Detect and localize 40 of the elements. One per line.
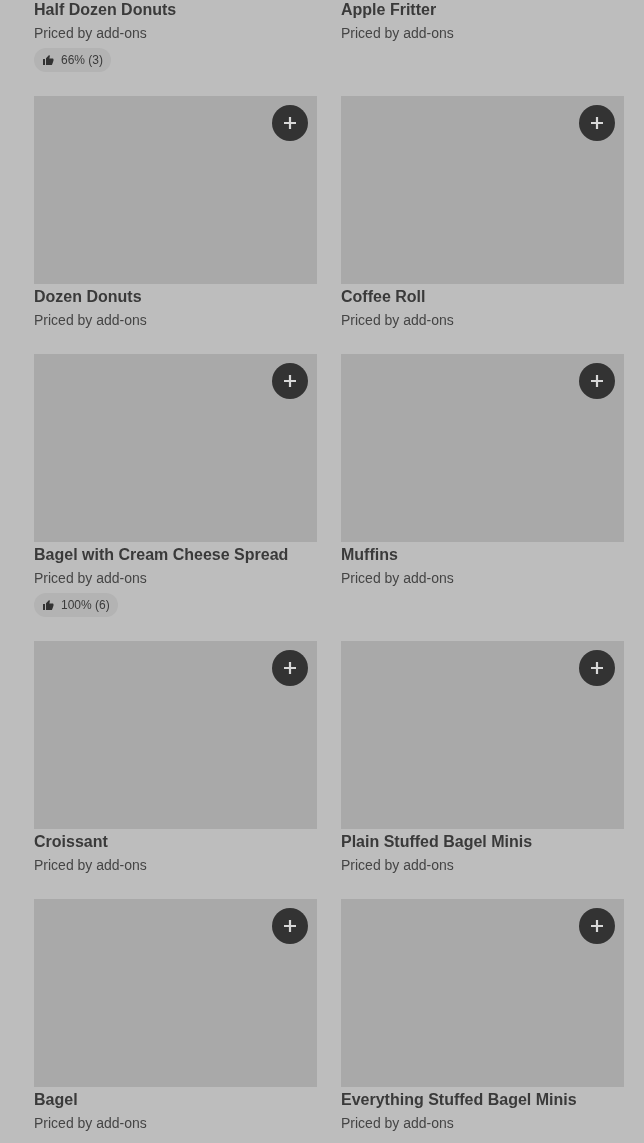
item-name: Bagel with Cream Cheese Spread bbox=[34, 545, 290, 565]
plus-icon bbox=[283, 919, 297, 933]
add-button[interactable] bbox=[272, 363, 308, 399]
plus-icon bbox=[283, 661, 297, 675]
item-price: Priced by add-ons bbox=[34, 569, 148, 588]
item-price: Priced by add-ons bbox=[341, 1114, 455, 1133]
add-button[interactable] bbox=[579, 363, 615, 399]
item-price: Priced by add-ons bbox=[341, 311, 455, 330]
rating-text: 66% (3) bbox=[61, 52, 104, 69]
rating-text: 100% (6) bbox=[61, 597, 110, 614]
item-name: Coffee Roll bbox=[341, 287, 427, 307]
thumbs-up-icon bbox=[42, 54, 54, 66]
plus-icon bbox=[283, 374, 297, 388]
item-price: Priced by add-ons bbox=[34, 856, 148, 875]
item-price: Priced by add-ons bbox=[34, 1114, 148, 1133]
item-name: Apple Fritter bbox=[341, 0, 438, 20]
item-name: Plain Stuffed Bagel Minis bbox=[341, 832, 534, 852]
item-price: Priced by add-ons bbox=[341, 24, 455, 43]
add-button[interactable] bbox=[579, 650, 615, 686]
add-button[interactable] bbox=[272, 105, 308, 141]
plus-icon bbox=[590, 661, 604, 675]
add-button[interactable] bbox=[579, 105, 615, 141]
item-price: Priced by add-ons bbox=[341, 569, 455, 588]
item-name: Half Dozen Donuts bbox=[34, 0, 178, 20]
add-button[interactable] bbox=[579, 908, 615, 944]
item-price: Priced by add-ons bbox=[34, 311, 148, 330]
item-name: Muffins bbox=[341, 545, 399, 565]
add-button[interactable] bbox=[272, 908, 308, 944]
plus-icon bbox=[590, 116, 604, 130]
plus-icon bbox=[283, 116, 297, 130]
plus-icon bbox=[590, 919, 604, 933]
item-price: Priced by add-ons bbox=[341, 856, 455, 875]
item-name: Dozen Donuts bbox=[34, 287, 143, 307]
thumbs-up-icon bbox=[42, 599, 54, 611]
item-name: Everything Stuffed Bagel Minis bbox=[341, 1090, 578, 1110]
add-button[interactable] bbox=[272, 650, 308, 686]
item-price: Priced by add-ons bbox=[34, 24, 148, 43]
plus-icon bbox=[590, 374, 604, 388]
item-name: Bagel bbox=[34, 1090, 79, 1110]
item-name: Croissant bbox=[34, 832, 109, 852]
